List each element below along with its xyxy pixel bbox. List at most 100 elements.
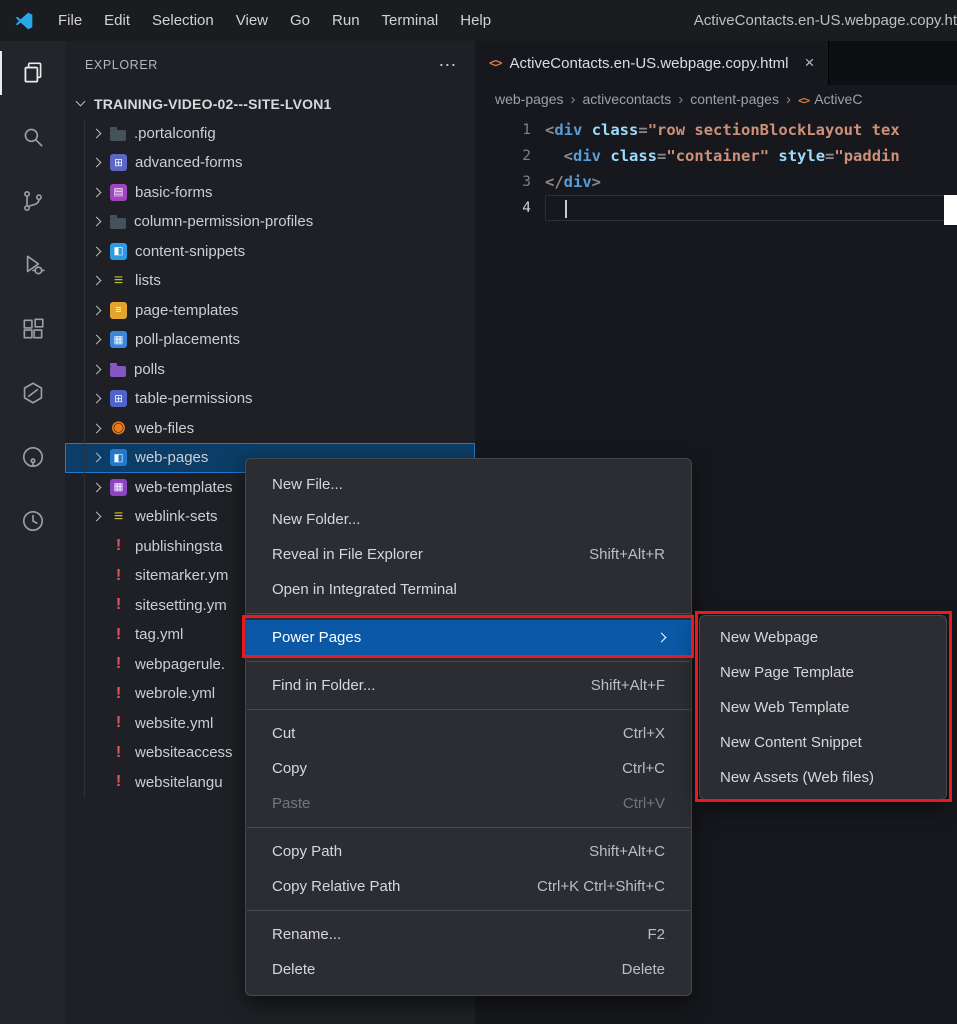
tree-item-label: web-templates <box>135 479 233 496</box>
breadcrumb-item[interactable]: activecontacts <box>583 91 672 107</box>
tree-item-label: page-templates <box>135 302 238 319</box>
file-icon: ! <box>110 715 127 732</box>
code-line: 1 <div class="row sectionBlockLayout tex <box>475 117 957 143</box>
tree-item[interactable]: ◉ web-files <box>65 414 475 444</box>
title-bar: FileEditSelectionViewGoRunTerminalHelp A… <box>0 0 957 41</box>
html-file-icon <box>489 54 501 72</box>
code-line: 2 <div class="container" style="paddin <box>475 143 957 169</box>
file-icon: ! <box>110 744 127 761</box>
more-actions-icon[interactable]: ⋯ <box>438 55 457 76</box>
line-number: 1 <box>475 117 545 143</box>
search-icon[interactable] <box>0 105 65 169</box>
menu-item-shortcut: F2 <box>647 926 665 943</box>
menubar-item[interactable]: Help <box>449 0 502 41</box>
file-icon: ≡ <box>110 302 127 319</box>
source-control-icon[interactable] <box>0 169 65 233</box>
menu-item-shortcut <box>658 634 665 641</box>
explorer-icon[interactable] <box>0 41 65 105</box>
file-icon <box>110 366 126 377</box>
menu-item-shortcut: Delete <box>622 961 665 978</box>
tree-item[interactable]: ⊞ table-permissions <box>65 384 475 414</box>
menubar-item[interactable]: File <box>47 0 93 41</box>
tree-item[interactable]: ≡ lists <box>65 266 475 296</box>
file-icon <box>110 130 126 141</box>
editor-tab[interactable]: ActiveContacts.en-US.webpage.copy.html × <box>475 41 829 85</box>
github-icon[interactable] <box>0 425 65 489</box>
chevron-right-icon <box>92 394 102 404</box>
file-icon: ! <box>110 626 127 643</box>
chevron-right-icon <box>92 158 102 168</box>
code-editor[interactable]: 1 <div class="row sectionBlockLayout tex… <box>475 113 957 221</box>
context-menu-item[interactable]: Copy Relative Path Ctrl+K Ctrl+Shift+C <box>246 869 691 904</box>
chevron-right-icon <box>92 276 102 286</box>
breadcrumbs: web-pages›activecontacts›content-pages›A… <box>475 85 957 113</box>
menu-item-shortcut: Ctrl+C <box>622 760 665 777</box>
power-platform-icon[interactable] <box>0 361 65 425</box>
chevron-right-icon <box>92 453 102 463</box>
context-menu-item[interactable]: Rename... F2 <box>246 917 691 952</box>
tree-item-label: webpagerule. <box>135 656 225 673</box>
chevron-right-icon <box>92 217 102 227</box>
tree-item[interactable]: ▦ poll-placements <box>65 325 475 355</box>
tree-item-label: content-snippets <box>135 243 245 260</box>
chevron-down-icon <box>76 97 86 107</box>
tree-item[interactable]: ⊞ advanced-forms <box>65 148 475 178</box>
submenu-item[interactable]: New Web Template <box>700 690 946 725</box>
file-icon: ! <box>110 685 127 702</box>
context-menu-item[interactable]: Open in Integrated Terminal <box>246 572 691 607</box>
context-menu-item[interactable]: New Folder... <box>246 502 691 537</box>
tree-root-folder[interactable]: TRAINING-VIDEO-02---SITE-LVON1 <box>65 89 475 119</box>
extensions-icon[interactable] <box>0 297 65 361</box>
tree-item-label: advanced-forms <box>135 154 243 171</box>
context-menu-item[interactable]: Copy Path Shift+Alt+C <box>246 834 691 869</box>
breadcrumb-item[interactable]: web-pages <box>495 91 564 107</box>
context-menu-item[interactable]: Cut Ctrl+X <box>246 716 691 751</box>
context-menu-item[interactable]: Copy Ctrl+C <box>246 751 691 786</box>
submenu-item[interactable]: New Page Template <box>700 655 946 690</box>
line-number: 2 <box>475 143 545 169</box>
submenu-item[interactable]: New Content Snippet <box>700 725 946 760</box>
breadcrumb-item[interactable]: content-pages <box>690 91 779 107</box>
menubar-item[interactable]: Edit <box>93 0 141 41</box>
file-icon: ! <box>110 538 127 555</box>
menu-item-shortcut: Shift+Alt+F <box>591 677 665 694</box>
file-icon <box>110 218 126 229</box>
menubar-item[interactable]: Terminal <box>371 0 450 41</box>
code-line-text <box>545 195 957 221</box>
context-menu-item[interactable]: Paste Ctrl+V <box>246 786 691 821</box>
history-clock-icon[interactable] <box>0 489 65 553</box>
submenu-item[interactable]: New Assets (Web files) <box>700 760 946 795</box>
menu-separator <box>247 613 690 614</box>
run-debug-icon[interactable] <box>0 233 65 297</box>
menubar-item[interactable]: Selection <box>141 0 225 41</box>
submenu-item[interactable]: New Webpage <box>700 620 946 655</box>
tree-item-label: table-permissions <box>135 390 253 407</box>
chevron-right-icon <box>92 305 102 315</box>
menubar-item[interactable]: View <box>225 0 279 41</box>
menubar-item[interactable]: Run <box>321 0 371 41</box>
tree-item-label: .portalconfig <box>134 125 216 142</box>
tree-item[interactable]: ≡ page-templates <box>65 296 475 326</box>
file-icon: ◧ <box>110 449 127 466</box>
close-tab-icon[interactable]: × <box>804 53 814 73</box>
tree-item[interactable]: column-permission-profiles <box>65 207 475 237</box>
context-menu-item[interactable]: Delete Delete <box>246 952 691 987</box>
context-menu-item[interactable]: Reveal in File Explorer Shift+Alt+R <box>246 537 691 572</box>
breadcrumb-item[interactable]: ActiveC <box>798 91 862 107</box>
tree-item[interactable]: ◧ content-snippets <box>65 237 475 267</box>
file-icon: ! <box>110 656 127 673</box>
text-cursor <box>565 200 567 218</box>
tree-item[interactable]: ▤ basic-forms <box>65 178 475 208</box>
file-icon: ! <box>110 567 127 584</box>
context-menu-item[interactable]: Power Pages <box>246 620 691 655</box>
menubar-item[interactable]: Go <box>279 0 321 41</box>
vscode-window: FileEditSelectionViewGoRunTerminalHelp A… <box>0 0 957 1024</box>
context-menu-item[interactable]: Find in Folder... Shift+Alt+F <box>246 668 691 703</box>
context-menu-item[interactable]: New File... <box>246 467 691 502</box>
chevron-right-icon <box>657 633 667 643</box>
file-icon: ▦ <box>110 479 127 496</box>
tree-item-label: sitesetting.ym <box>135 597 227 614</box>
tree-item[interactable]: polls <box>65 355 475 385</box>
tree-item[interactable]: .portalconfig <box>65 119 475 149</box>
tree-item-label: publishingsta <box>135 538 223 555</box>
